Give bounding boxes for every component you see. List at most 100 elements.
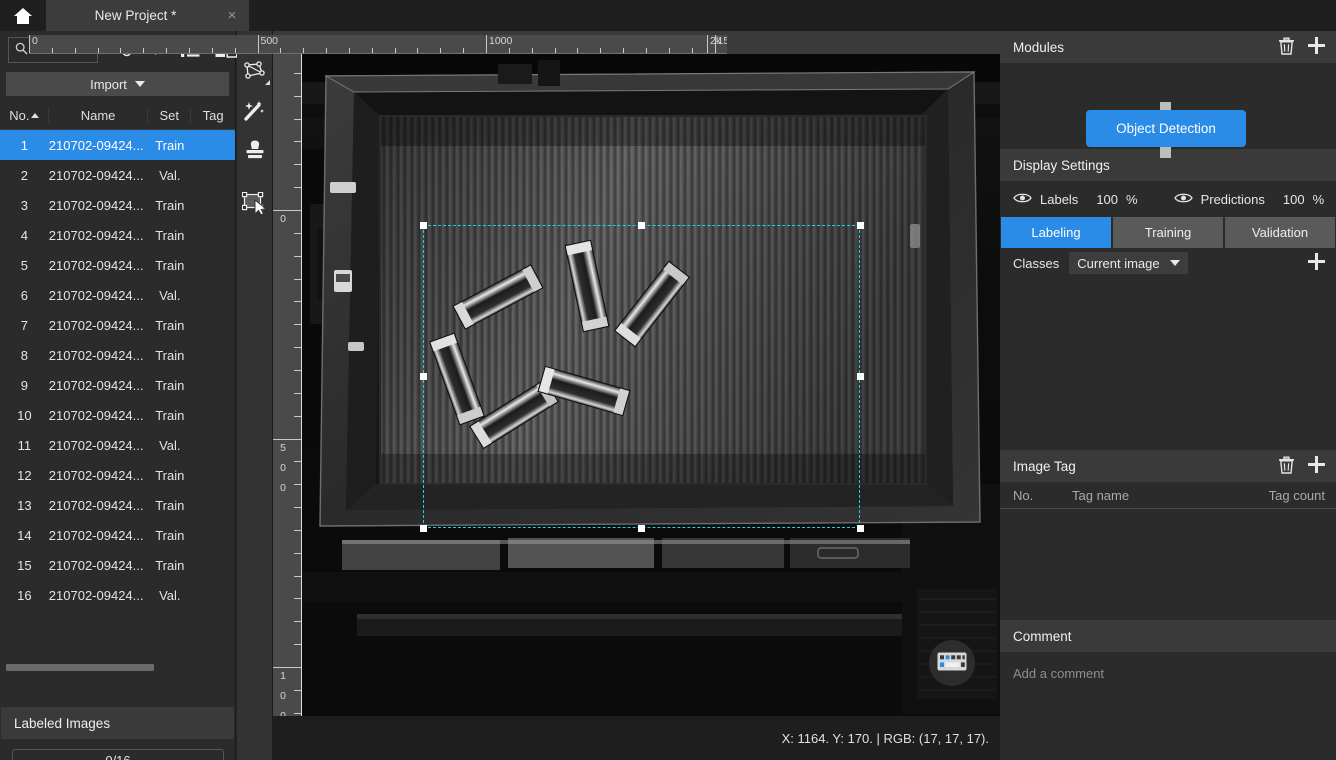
ruler-tick	[294, 118, 301, 120]
add-class-button[interactable]	[1307, 252, 1326, 274]
chevron-down-icon	[1169, 260, 1180, 266]
magic-wand-tool[interactable]	[237, 93, 273, 128]
project-tab[interactable]: New Project * ×	[46, 0, 249, 31]
project-tab-label: New Project *	[94, 8, 177, 23]
ruler-tick	[417, 48, 419, 53]
tab-validation[interactable]: Validation	[1225, 217, 1335, 248]
column-header-name[interactable]: Name	[49, 108, 149, 123]
roi-handle-tr[interactable]	[857, 222, 864, 229]
labels-visibility-toggle[interactable]: Labels	[1013, 192, 1078, 207]
file-list[interactable]: 1 210702-09424... Train 2 210702-09424... Val…	[0, 130, 235, 630]
stamp-tool[interactable]	[237, 132, 273, 167]
row-name: 210702-09424...	[48, 467, 144, 483]
row-name: 210702-09424...	[48, 167, 144, 183]
scrollbar-thumb[interactable]	[6, 664, 154, 671]
ruler-tick	[97, 48, 99, 53]
ruler-label: 0	[280, 213, 286, 225]
image-canvas[interactable]	[302, 54, 1000, 716]
table-row[interactable]: 4 210702-09424... Train	[0, 220, 235, 250]
roi-handle-ml[interactable]	[420, 373, 427, 380]
display-settings-title: Display Settings	[1013, 157, 1110, 173]
row-name: 210702-09424...	[48, 527, 144, 543]
table-row[interactable]: 6 210702-09424... Val.	[0, 280, 235, 310]
table-row[interactable]: 13 210702-09424... Train	[0, 490, 235, 520]
file-table-header: No. Name Set Tag	[0, 102, 235, 130]
row-no: 3	[20, 197, 29, 213]
polygon-tool[interactable]	[237, 54, 273, 89]
column-header-set[interactable]: Set	[148, 108, 192, 123]
row-set: Train	[155, 527, 185, 543]
table-row[interactable]: 5 210702-09424... Train	[0, 250, 235, 280]
table-row[interactable]: 8 210702-09424... Train	[0, 340, 235, 370]
table-row[interactable]: 10 210702-09424... Train	[0, 400, 235, 430]
trash-icon[interactable]	[1278, 37, 1295, 58]
roi-handle-bc[interactable]	[638, 525, 645, 532]
classes-list[interactable]	[1000, 278, 1336, 450]
close-icon[interactable]: ×	[225, 8, 239, 23]
module-node-label: Object Detection	[1116, 121, 1216, 136]
module-node-object-detection[interactable]: Object Detection	[1086, 110, 1246, 147]
tab-training[interactable]: Training	[1113, 217, 1223, 248]
ruler-tick	[294, 415, 301, 417]
table-row[interactable]: 16 210702-09424... Val.	[0, 580, 235, 610]
row-no: 7	[20, 317, 29, 333]
image-tag-list[interactable]	[1000, 509, 1336, 620]
mode-tabs: Labeling Training Validation	[1000, 217, 1336, 248]
ruler-tick	[273, 210, 301, 211]
predictions-visibility-toggle[interactable]: Predictions	[1173, 192, 1265, 207]
comment-input[interactable]: Add a comment	[1000, 652, 1336, 738]
modules-graph[interactable]: Object Detection	[1000, 63, 1336, 158]
table-row[interactable]: 11 210702-09424... Val.	[0, 430, 235, 460]
table-row[interactable]: 7 210702-09424... Train	[0, 310, 235, 340]
table-row[interactable]: 15 210702-09424... Train	[0, 550, 235, 580]
row-no: 8	[20, 347, 29, 363]
image-tag-table-header: No. Tag name Tag count	[1000, 482, 1336, 509]
labels-opacity-value[interactable]: 100	[1096, 192, 1118, 207]
display-visibility-row: Labels 100 % Predictions 100 %	[1000, 181, 1336, 217]
ruler-tick	[188, 48, 190, 53]
roi-handle-br[interactable]	[857, 525, 864, 532]
row-set: Train	[155, 137, 185, 153]
roi-selection-rect[interactable]	[423, 225, 860, 528]
row-set: Train	[155, 227, 185, 243]
row-no: 1	[20, 137, 29, 153]
table-row[interactable]: 9 210702-09424... Train	[0, 370, 235, 400]
eye-icon	[1013, 192, 1032, 207]
home-button[interactable]	[0, 0, 46, 31]
node-output-port[interactable]	[1160, 147, 1171, 158]
table-row[interactable]: 3 210702-09424... Train	[0, 190, 235, 220]
transform-tool[interactable]	[237, 186, 273, 221]
ruler-tick	[691, 48, 693, 53]
ruler-tick	[463, 48, 465, 53]
ruler-tick	[294, 712, 301, 714]
keyboard-shortcuts-button[interactable]	[929, 640, 975, 686]
tab-labeling[interactable]: Labeling	[1001, 217, 1111, 248]
roi-handle-tc[interactable]	[638, 222, 645, 229]
ruler-tick	[554, 48, 556, 53]
table-row[interactable]: 14 210702-09424... Train	[0, 520, 235, 550]
roi-handle-bl[interactable]	[420, 525, 427, 532]
ruler-tick	[51, 48, 53, 53]
import-button[interactable]: Import	[6, 72, 229, 96]
column-header-no[interactable]: No.	[0, 108, 49, 123]
column-header-tag[interactable]: Tag	[191, 108, 235, 123]
table-row[interactable]: 12 210702-09424... Train	[0, 460, 235, 490]
trash-icon[interactable]	[1278, 456, 1295, 477]
plus-icon[interactable]	[1307, 36, 1326, 58]
row-set: Val.	[159, 437, 181, 453]
labeled-images-label: Labeled Images	[14, 715, 111, 731]
table-row[interactable]: 1 210702-09424... Train	[0, 130, 235, 160]
plus-icon[interactable]	[1307, 455, 1326, 477]
predictions-opacity-value[interactable]: 100	[1283, 192, 1305, 207]
eye-icon	[1173, 192, 1193, 207]
table-row[interactable]: 2 210702-09424... Val.	[0, 160, 235, 190]
ruler-tick	[294, 484, 301, 486]
roi-handle-tl[interactable]	[420, 222, 427, 229]
row-name: 210702-09424...	[48, 227, 144, 243]
file-list-hscrollbar[interactable]	[6, 664, 226, 671]
classes-scope-dropdown[interactable]: Current image	[1069, 252, 1188, 274]
import-label: Import	[90, 76, 127, 92]
ruler-tick	[257, 35, 259, 53]
roi-handle-mr[interactable]	[857, 373, 864, 380]
tag-column-no: No.	[1013, 487, 1034, 503]
